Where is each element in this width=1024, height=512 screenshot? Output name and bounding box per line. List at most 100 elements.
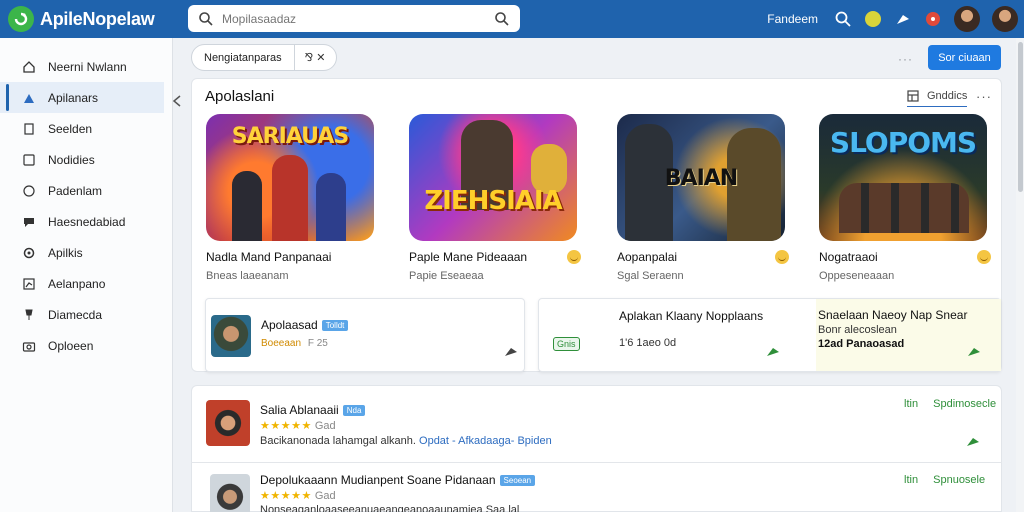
filter-bar: Nengiatanparas ⅋ ✕ xyxy=(191,44,337,71)
app-avatar xyxy=(211,315,251,357)
app-mini-card[interactable]: Apolaasad Tolldt Boeeaan F 25 xyxy=(205,298,525,372)
app-mini-card[interactable]: Gnis Aplakan Klaany Nopplaans 1'6 1aeo 0… xyxy=(538,298,1001,372)
divider xyxy=(191,462,1002,463)
banner-title: ZIEHSIAIA xyxy=(424,186,562,216)
game-banner: ZIEHSIAIA xyxy=(409,114,577,241)
trend-arrow-icon[interactable] xyxy=(966,435,980,447)
game-banner: SLOPOMS xyxy=(819,114,987,241)
search-input[interactable] xyxy=(222,11,494,26)
share-arrow-icon[interactable] xyxy=(504,345,518,357)
mini-card-meta: Bonr alecoslean xyxy=(818,324,897,336)
featured-card[interactable]: BAIAN Aopanpalai Sgal Seraenn xyxy=(617,114,789,282)
top-search-button[interactable] xyxy=(828,4,858,34)
game-banner: SARIAUAS xyxy=(206,114,374,241)
list-item-action-label: ltin xyxy=(904,474,919,486)
sidebar-item-padenlam[interactable]: Padenlam xyxy=(0,175,172,206)
card-title-text: Nadla Mand Panpanaai xyxy=(206,250,332,264)
chart-icon xyxy=(23,277,35,290)
sidebar-item-haesnedabiad[interactable]: Haesnedabiad xyxy=(0,206,172,237)
search-submit-icon[interactable] xyxy=(494,11,510,27)
sidebar-item-seelden[interactable]: Seelden xyxy=(0,113,172,144)
view-toggle[interactable]: Gnddics xyxy=(907,90,968,107)
list-item-action-link[interactable]: Spnuosele xyxy=(933,474,985,486)
list-item-meta-text: Bacikanonada lahamgal alkanh. xyxy=(260,435,416,447)
character-group xyxy=(839,183,969,233)
grid-view-icon xyxy=(907,90,919,102)
featured-card[interactable]: SLOPOMS Nogatraaoi Oppeseneaaan xyxy=(819,114,991,282)
mini-card-meta: 1'6 1aeo 0d xyxy=(619,337,677,349)
trend-arrow-icon[interactable] xyxy=(967,345,981,357)
home-icon xyxy=(23,60,35,73)
view-toggle-label: Gnddics xyxy=(927,90,968,102)
list-item-title-text: Salia Ablanaaii xyxy=(260,403,339,417)
mini-card-meta-tail: F 25 xyxy=(307,338,328,349)
mini-card-title: Snaelaan Naeoy Nap Snear xyxy=(818,308,968,322)
notifications-button[interactable] xyxy=(918,4,948,34)
share-icon xyxy=(897,15,909,24)
primary-button[interactable]: Sor ciuaan xyxy=(928,45,1001,70)
list-item-action-link[interactable]: Spdimosecle xyxy=(933,398,996,410)
banner-title: BAIAN xyxy=(664,166,738,191)
list-item-action: ltin Spnuosele xyxy=(904,474,985,486)
rating-stars: ★★★★★ xyxy=(260,490,312,502)
sidebar-item-oploeen[interactable]: Oploeen xyxy=(0,330,172,361)
list-item-meta: Nonseaganloaaseeanuaeangeanoaaunamiea Sa… xyxy=(260,504,520,512)
header-more-icon[interactable]: ··· xyxy=(898,52,913,66)
document-icon xyxy=(24,122,34,135)
tag-badge: Tolldt xyxy=(321,320,349,332)
top-link[interactable]: Fandeem xyxy=(767,12,818,26)
smiley-icon xyxy=(567,250,581,264)
user-avatar[interactable] xyxy=(954,6,980,32)
sidebar-item-home[interactable]: Neerni Nwlann xyxy=(0,51,172,82)
sidebar-item-aelanpano[interactable]: Aelanpano xyxy=(0,268,172,299)
camera-icon xyxy=(22,341,36,352)
list-item-links[interactable]: Opdat - Afkadaaga- Bpiden xyxy=(419,435,552,447)
filter-chip[interactable]: Nengiatanparas ⅋ ✕ xyxy=(191,44,337,71)
settings-icon xyxy=(23,247,35,258)
mini-card-title-text: Apolaasad xyxy=(261,318,318,332)
character-figure xyxy=(232,171,262,241)
trend-arrow-icon[interactable] xyxy=(766,345,780,357)
featured-card[interactable]: SARIAUAS Nadla Mand Panpanaai Bneas laae… xyxy=(206,114,378,282)
sidebar-item-diamecda[interactable]: Diamecda xyxy=(0,299,172,330)
app-name: ApileNopelaw xyxy=(40,8,155,29)
filter-chip-close[interactable]: ⅋ ✕ xyxy=(295,51,336,64)
sidebar-item-apilkis[interactable]: Apilkis xyxy=(0,237,172,268)
sidebar-item-label: Padenlam xyxy=(48,183,103,198)
card-subtitle: Papie Eseaeaa xyxy=(409,270,484,282)
status-button[interactable] xyxy=(858,4,888,34)
brand[interactable]: ApileNopelaw xyxy=(0,6,180,32)
list-item-title: Salia Ablanaaii Nda xyxy=(260,403,366,417)
tag-badge: Nda xyxy=(342,405,366,417)
sidebar-item-label: Apilkis xyxy=(48,245,83,260)
section-more-icon[interactable]: ··· xyxy=(976,89,992,104)
featured-card[interactable]: ZIEHSIAIA Paple Mane Pideaaan Papie Esea… xyxy=(409,114,581,282)
sidebar-item-label: Nodidies xyxy=(48,152,95,167)
share-button[interactable] xyxy=(888,4,918,34)
collapse-arrow-icon[interactable] xyxy=(172,95,182,107)
card-title-text: Paple Mane Pideaaan xyxy=(409,250,528,264)
status-dot-icon xyxy=(865,11,881,27)
mini-card-title: Aplakan Klaany Nopplaans xyxy=(619,309,764,323)
scrollbar-thumb[interactable] xyxy=(1018,42,1023,192)
sidebar-item-label: Neerni Nwlann xyxy=(48,59,127,74)
card-title: Nogatraaoi xyxy=(819,250,991,264)
sidebar-item-label: Seelden xyxy=(48,121,93,136)
sidebar-item-apps[interactable]: Apilanars xyxy=(0,82,164,113)
apps-icon xyxy=(24,93,34,103)
sidebar-item-label: Diamecda xyxy=(48,307,103,322)
file-icon xyxy=(23,153,35,166)
list-item-title: Depolukaaann Mudianpent Soane Pidanaan Se… xyxy=(260,473,536,487)
sidebar-item-nodidies[interactable]: Nodidies xyxy=(0,144,172,175)
search-bar[interactable] xyxy=(188,5,520,32)
status-badge: Gnis xyxy=(553,337,580,351)
smiley-icon xyxy=(775,250,789,264)
secondary-avatar[interactable] xyxy=(992,6,1018,32)
list-item-action: ltin Spdimosecle xyxy=(904,398,996,410)
app-logo-icon xyxy=(8,6,34,32)
card-title: Nadla Mand Panpanaai xyxy=(206,250,378,264)
card-title: Aopanpalai xyxy=(617,250,789,264)
top-bar: ApileNopelaw Fandeem xyxy=(0,0,1024,38)
list-item-meta: Bacikanonada lahamgal alkanh. Opdat - Af… xyxy=(260,435,552,447)
sidebar-item-label: Oploeen xyxy=(48,338,94,353)
